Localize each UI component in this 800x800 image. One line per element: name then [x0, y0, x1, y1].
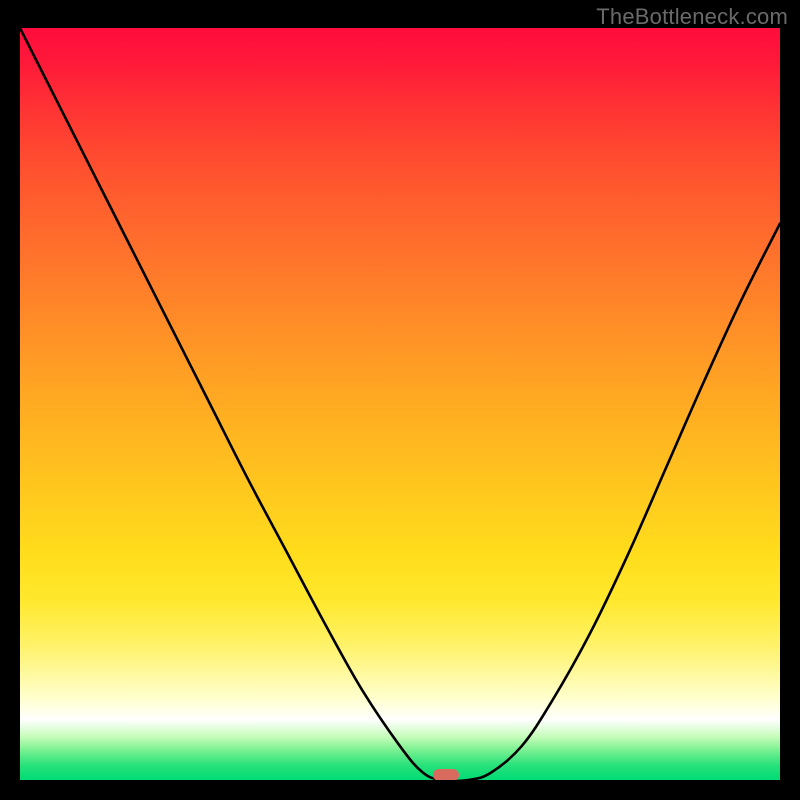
bottleneck-curve	[20, 28, 780, 780]
sweet-spot-marker	[433, 769, 459, 780]
plot-area	[20, 28, 780, 780]
chart-frame: TheBottleneck.com	[0, 0, 800, 800]
watermark-text: TheBottleneck.com	[596, 4, 788, 30]
